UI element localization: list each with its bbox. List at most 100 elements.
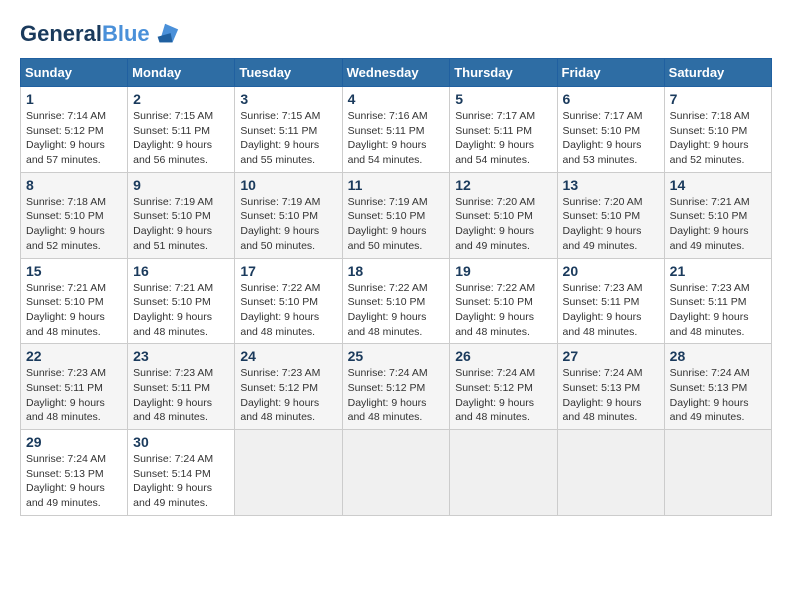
calendar-cell: 20 Sunrise: 7:23 AM Sunset: 5:11 PM Dayl… xyxy=(557,258,664,344)
sunrise-label: Sunrise: 7:16 AM xyxy=(348,110,428,122)
daylight-label: Daylight: 9 hours and 49 minutes. xyxy=(563,225,642,252)
calendar-cell xyxy=(664,430,771,516)
sunrise-label: Sunrise: 7:17 AM xyxy=(563,110,643,122)
day-info: Sunrise: 7:21 AM Sunset: 5:10 PM Dayligh… xyxy=(670,195,766,254)
daylight-label: Daylight: 9 hours and 52 minutes. xyxy=(670,139,749,166)
day-number: 26 xyxy=(455,348,551,364)
calendar-header-friday: Friday xyxy=(557,59,664,87)
day-number: 13 xyxy=(563,177,659,193)
calendar-cell xyxy=(557,430,664,516)
sunset-label: Sunset: 5:11 PM xyxy=(670,296,747,308)
sunset-label: Sunset: 5:10 PM xyxy=(563,210,641,222)
calendar-cell: 25 Sunrise: 7:24 AM Sunset: 5:12 PM Dayl… xyxy=(342,344,450,430)
sunset-label: Sunset: 5:13 PM xyxy=(670,382,748,394)
day-info: Sunrise: 7:22 AM Sunset: 5:10 PM Dayligh… xyxy=(455,281,551,340)
calendar-cell: 23 Sunrise: 7:23 AM Sunset: 5:11 PM Dayl… xyxy=(128,344,235,430)
day-info: Sunrise: 7:19 AM Sunset: 5:10 PM Dayligh… xyxy=(240,195,336,254)
calendar-cell: 10 Sunrise: 7:19 AM Sunset: 5:10 PM Dayl… xyxy=(235,172,342,258)
day-info: Sunrise: 7:16 AM Sunset: 5:11 PM Dayligh… xyxy=(348,109,445,168)
sunrise-label: Sunrise: 7:19 AM xyxy=(133,196,213,208)
day-number: 22 xyxy=(26,348,122,364)
sunset-label: Sunset: 5:12 PM xyxy=(348,382,426,394)
daylight-label: Daylight: 9 hours and 48 minutes. xyxy=(240,397,319,424)
calendar-cell: 30 Sunrise: 7:24 AM Sunset: 5:14 PM Dayl… xyxy=(128,430,235,516)
sunrise-label: Sunrise: 7:23 AM xyxy=(563,282,643,294)
sunrise-label: Sunrise: 7:14 AM xyxy=(26,110,106,122)
daylight-label: Daylight: 9 hours and 49 minutes. xyxy=(133,482,212,509)
day-number: 16 xyxy=(133,263,229,279)
day-info: Sunrise: 7:18 AM Sunset: 5:10 PM Dayligh… xyxy=(26,195,122,254)
daylight-label: Daylight: 9 hours and 48 minutes. xyxy=(26,311,105,338)
day-info: Sunrise: 7:19 AM Sunset: 5:10 PM Dayligh… xyxy=(348,195,445,254)
calendar-cell xyxy=(235,430,342,516)
day-info: Sunrise: 7:22 AM Sunset: 5:10 PM Dayligh… xyxy=(240,281,336,340)
sunrise-label: Sunrise: 7:20 AM xyxy=(455,196,535,208)
calendar-header-wednesday: Wednesday xyxy=(342,59,450,87)
day-number: 14 xyxy=(670,177,766,193)
calendar-table: SundayMondayTuesdayWednesdayThursdayFrid… xyxy=(20,58,772,516)
day-number: 18 xyxy=(348,263,445,279)
day-number: 5 xyxy=(455,91,551,107)
day-number: 8 xyxy=(26,177,122,193)
sunset-label: Sunset: 5:10 PM xyxy=(670,210,748,222)
sunset-label: Sunset: 5:14 PM xyxy=(133,468,211,480)
calendar-cell: 16 Sunrise: 7:21 AM Sunset: 5:10 PM Dayl… xyxy=(128,258,235,344)
day-info: Sunrise: 7:17 AM Sunset: 5:10 PM Dayligh… xyxy=(563,109,659,168)
daylight-label: Daylight: 9 hours and 54 minutes. xyxy=(455,139,534,166)
sunset-label: Sunset: 5:10 PM xyxy=(240,296,318,308)
sunset-label: Sunset: 5:10 PM xyxy=(133,296,211,308)
calendar-cell: 13 Sunrise: 7:20 AM Sunset: 5:10 PM Dayl… xyxy=(557,172,664,258)
sunset-label: Sunset: 5:13 PM xyxy=(563,382,641,394)
day-number: 7 xyxy=(670,91,766,107)
daylight-label: Daylight: 9 hours and 50 minutes. xyxy=(348,225,427,252)
sunset-label: Sunset: 5:12 PM xyxy=(240,382,318,394)
day-number: 1 xyxy=(26,91,122,107)
daylight-label: Daylight: 9 hours and 48 minutes. xyxy=(455,311,534,338)
day-info: Sunrise: 7:24 AM Sunset: 5:12 PM Dayligh… xyxy=(348,366,445,425)
sunset-label: Sunset: 5:10 PM xyxy=(26,210,104,222)
sunset-label: Sunset: 5:12 PM xyxy=(26,125,104,137)
day-info: Sunrise: 7:23 AM Sunset: 5:11 PM Dayligh… xyxy=(26,366,122,425)
calendar-week-5: 29 Sunrise: 7:24 AM Sunset: 5:13 PM Dayl… xyxy=(21,430,772,516)
daylight-label: Daylight: 9 hours and 56 minutes. xyxy=(133,139,212,166)
calendar-cell: 28 Sunrise: 7:24 AM Sunset: 5:13 PM Dayl… xyxy=(664,344,771,430)
sunrise-label: Sunrise: 7:24 AM xyxy=(26,453,106,465)
daylight-label: Daylight: 9 hours and 54 minutes. xyxy=(348,139,427,166)
sunset-label: Sunset: 5:11 PM xyxy=(348,125,425,137)
calendar-cell: 19 Sunrise: 7:22 AM Sunset: 5:10 PM Dayl… xyxy=(450,258,557,344)
daylight-label: Daylight: 9 hours and 48 minutes. xyxy=(133,311,212,338)
calendar-cell: 18 Sunrise: 7:22 AM Sunset: 5:10 PM Dayl… xyxy=(342,258,450,344)
logo-icon xyxy=(152,20,180,48)
daylight-label: Daylight: 9 hours and 49 minutes. xyxy=(670,225,749,252)
daylight-label: Daylight: 9 hours and 48 minutes. xyxy=(563,311,642,338)
logo: GeneralBlue xyxy=(20,20,180,48)
sunrise-label: Sunrise: 7:21 AM xyxy=(670,196,750,208)
calendar-cell: 26 Sunrise: 7:24 AM Sunset: 5:12 PM Dayl… xyxy=(450,344,557,430)
day-number: 25 xyxy=(348,348,445,364)
calendar-cell: 4 Sunrise: 7:16 AM Sunset: 5:11 PM Dayli… xyxy=(342,87,450,173)
day-number: 6 xyxy=(563,91,659,107)
day-info: Sunrise: 7:19 AM Sunset: 5:10 PM Dayligh… xyxy=(133,195,229,254)
daylight-label: Daylight: 9 hours and 57 minutes. xyxy=(26,139,105,166)
calendar-cell: 14 Sunrise: 7:21 AM Sunset: 5:10 PM Dayl… xyxy=(664,172,771,258)
sunset-label: Sunset: 5:10 PM xyxy=(348,296,426,308)
sunset-label: Sunset: 5:11 PM xyxy=(26,382,103,394)
day-info: Sunrise: 7:23 AM Sunset: 5:11 PM Dayligh… xyxy=(563,281,659,340)
sunrise-label: Sunrise: 7:20 AM xyxy=(563,196,643,208)
sunrise-label: Sunrise: 7:17 AM xyxy=(455,110,535,122)
calendar-header-tuesday: Tuesday xyxy=(235,59,342,87)
sunset-label: Sunset: 5:11 PM xyxy=(133,125,210,137)
calendar-week-3: 15 Sunrise: 7:21 AM Sunset: 5:10 PM Dayl… xyxy=(21,258,772,344)
day-number: 15 xyxy=(26,263,122,279)
calendar-week-4: 22 Sunrise: 7:23 AM Sunset: 5:11 PM Dayl… xyxy=(21,344,772,430)
sunset-label: Sunset: 5:10 PM xyxy=(348,210,426,222)
calendar-cell: 2 Sunrise: 7:15 AM Sunset: 5:11 PM Dayli… xyxy=(128,87,235,173)
calendar-cell: 22 Sunrise: 7:23 AM Sunset: 5:11 PM Dayl… xyxy=(21,344,128,430)
sunrise-label: Sunrise: 7:22 AM xyxy=(240,282,320,294)
sunset-label: Sunset: 5:13 PM xyxy=(26,468,104,480)
day-info: Sunrise: 7:21 AM Sunset: 5:10 PM Dayligh… xyxy=(26,281,122,340)
sunset-label: Sunset: 5:12 PM xyxy=(455,382,533,394)
day-info: Sunrise: 7:24 AM Sunset: 5:14 PM Dayligh… xyxy=(133,452,229,511)
sunset-label: Sunset: 5:10 PM xyxy=(455,296,533,308)
calendar-week-2: 8 Sunrise: 7:18 AM Sunset: 5:10 PM Dayli… xyxy=(21,172,772,258)
